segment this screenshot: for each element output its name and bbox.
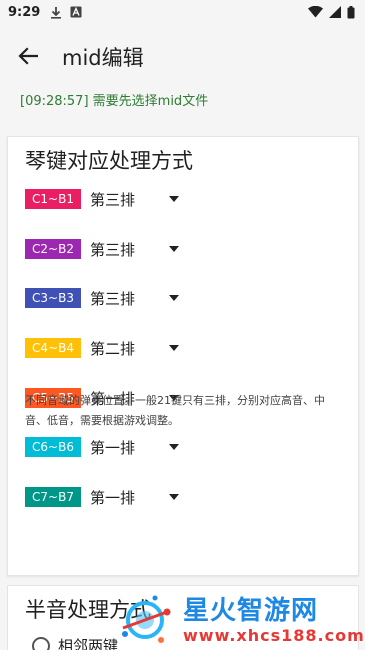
key-row-c6: C6~B6 第一排 <box>25 434 185 460</box>
signal-icon <box>329 6 341 18</box>
row-dropdown[interactable] <box>163 436 185 458</box>
watermark-url: www.xhcs188.com <box>183 626 365 645</box>
range-badge: C3~B3 <box>25 288 81 308</box>
range-badge: C7~B7 <box>25 487 81 507</box>
log-message: [09:28:57] 需要先选择mid文件 <box>20 94 209 109</box>
page-title: mid编辑 <box>62 46 144 70</box>
back-button[interactable] <box>14 42 42 70</box>
watermark: 星火智游网 www.xhcs188.com <box>115 588 365 650</box>
key-row-c1: C1~B1 第三排 <box>25 186 185 212</box>
key-row-c4: C4~B4 第二排 <box>25 335 185 361</box>
status-bar: 9:29 <box>0 0 365 24</box>
app-bar: mid编辑 <box>0 24 365 88</box>
row-dropdown[interactable] <box>163 287 185 309</box>
dropdown-arrow-icon <box>169 295 180 301</box>
watermark-logo <box>122 595 171 643</box>
radio-label: 相邻两键 <box>58 637 119 650</box>
row-value: 第一排 <box>90 438 136 457</box>
row-value: 第三排 <box>90 190 136 209</box>
row-dropdown[interactable] <box>163 188 185 210</box>
row-dropdown[interactable] <box>163 238 185 260</box>
dropdown-arrow-icon <box>169 345 180 351</box>
key-mapping-card: 琴键对应处理方式 C1~B1 第三排 C2~B2 第三排 C3~B3 第三排 C… <box>7 136 359 576</box>
row-dropdown[interactable] <box>163 486 185 508</box>
row-value: 第二排 <box>90 339 136 358</box>
range-badge: C1~B1 <box>25 189 81 209</box>
radio-button[interactable] <box>32 636 50 650</box>
row-value: 第三排 <box>90 240 136 259</box>
range-badge: C2~B2 <box>25 239 81 259</box>
watermark-name: 星火智游网 <box>183 596 319 626</box>
key-row-c3: C3~B3 第三排 <box>25 285 185 311</box>
arrow-back-icon <box>18 47 38 65</box>
wifi-icon <box>308 6 323 18</box>
semitone-option[interactable]: 相邻两键 <box>32 635 118 650</box>
key-mapping-title: 琴键对应处理方式 <box>25 149 193 173</box>
dropdown-arrow-icon <box>169 246 180 252</box>
status-time: 9:29 <box>8 4 41 20</box>
app-a-icon <box>70 6 82 18</box>
row-value: 第三排 <box>90 289 136 308</box>
battery-icon <box>347 5 355 18</box>
dropdown-arrow-icon <box>169 196 180 202</box>
dropdown-arrow-icon <box>169 444 180 450</box>
range-badge: C6~B6 <box>25 437 81 457</box>
row-value: 第一排 <box>90 488 136 507</box>
dropdown-arrow-icon <box>169 494 180 500</box>
key-row-c7: C7~B7 第一排 <box>25 484 185 510</box>
key-row-c2: C2~B2 第三排 <box>25 236 185 262</box>
key-mapping-note: 不同音域的弹奏位置。一般21键只有三排，分别对应高音、中音、低音，需要根据游戏调… <box>25 394 325 427</box>
row-dropdown[interactable] <box>163 337 185 359</box>
download-icon <box>51 6 62 19</box>
range-badge: C4~B4 <box>25 338 81 358</box>
